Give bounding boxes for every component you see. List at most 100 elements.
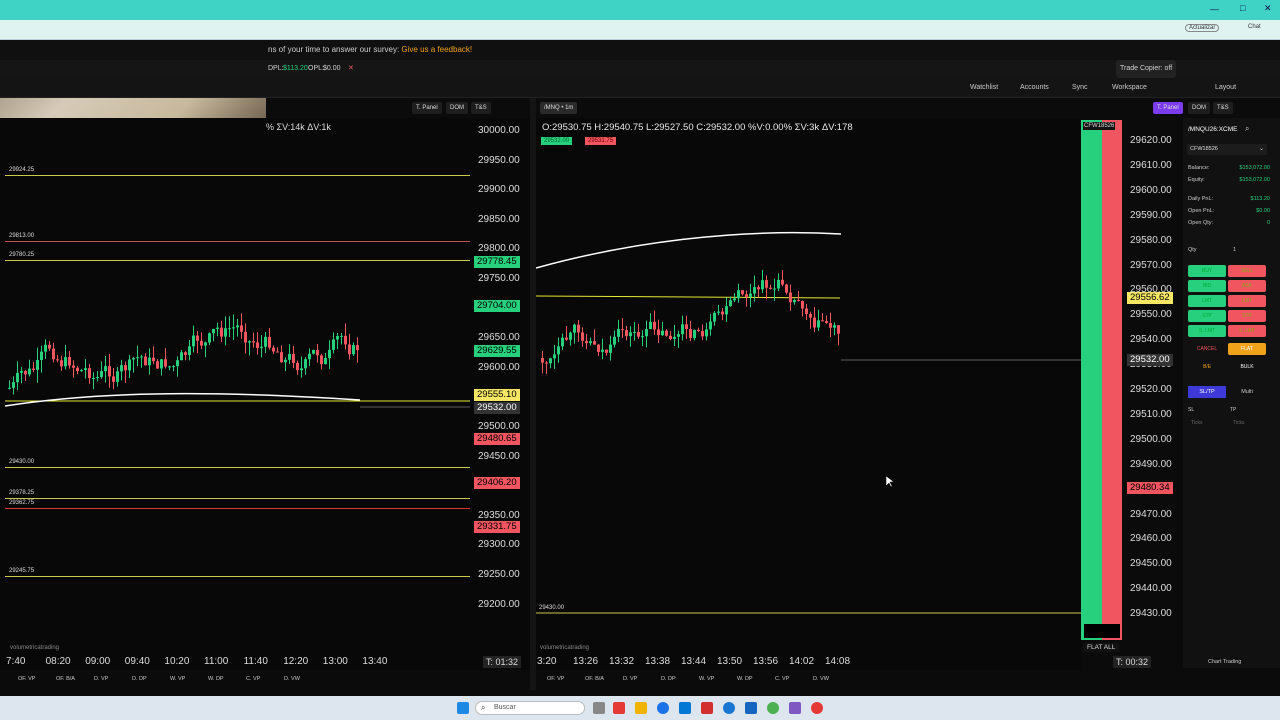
maximize-icon[interactable]: □ — [1240, 3, 1245, 13]
indicator-tab[interactable]: W. VP — [699, 676, 714, 686]
order-button-stp[interactable]: STP — [1228, 310, 1266, 322]
minimize-icon[interactable]: — — [1210, 4, 1219, 14]
help-icon[interactable] — [723, 702, 735, 714]
layout-button[interactable]: Layout — [1215, 78, 1236, 98]
order-button-cancel[interactable]: CANCEL — [1188, 343, 1226, 355]
candle-body — [729, 300, 732, 307]
dom-bid-column[interactable] — [1081, 120, 1102, 640]
edge-icon[interactable] — [657, 702, 669, 714]
tp-ticks-select[interactable]: Ticks — [1233, 420, 1244, 426]
account-stat-label: Daily PnL: — [1188, 196, 1214, 202]
indicator-tab[interactable]: D. VP — [94, 676, 108, 686]
trading-panel: /MNQU26:XCME ⌕ CFW18526 ⌄ Balance: $153,0… — [1183, 118, 1280, 668]
right-candle-chart[interactable] — [536, 118, 1081, 658]
price-label: 29480.65 — [474, 433, 520, 445]
indicator-tab[interactable]: D. VW — [813, 676, 829, 686]
chart-trading-toggle[interactable]: Chart Trading — [1208, 659, 1241, 665]
candle-body — [697, 329, 700, 331]
order-button-lmt[interactable]: LMT — [1188, 295, 1226, 307]
indicator-tab[interactable]: D. DP — [661, 676, 676, 686]
indicator-tab[interactable]: OF. VP — [547, 676, 564, 686]
store-icon[interactable] — [679, 702, 691, 714]
panel-symbol[interactable]: /MNQU26:XCME — [1188, 126, 1237, 133]
left-timer: T: 01:32 — [483, 656, 522, 668]
right-dom-tab[interactable]: DOM — [1188, 102, 1210, 114]
taskview-icon[interactable] — [593, 702, 605, 714]
left-tpanel-tab[interactable]: T. Panel — [412, 102, 442, 114]
right-ts-tab[interactable]: T&S — [1213, 102, 1233, 114]
folder-icon[interactable] — [635, 702, 647, 714]
workspace-button[interactable]: Workspace — [1112, 78, 1147, 98]
indicator-tab[interactable]: C. VP — [246, 676, 260, 686]
dom-ask-column[interactable] — [1102, 120, 1122, 640]
chrome-icon[interactable] — [767, 702, 779, 714]
indicator-tab[interactable]: W. VP — [170, 676, 185, 686]
close-icon[interactable]: ✕ — [1264, 3, 1272, 14]
candle-body — [116, 371, 119, 382]
left-dom-tab[interactable]: DOM — [446, 102, 468, 114]
candle-body — [661, 330, 664, 336]
price-tick: 29550.00 — [1130, 309, 1172, 321]
indicator-tab[interactable]: D. VW — [284, 676, 300, 686]
order-button-buy[interactable]: BUY — [1188, 265, 1226, 277]
multi-tab[interactable]: Multi — [1228, 386, 1266, 398]
right-symbol-tab[interactable]: /MNQ • 1m — [540, 102, 578, 114]
order-button-be[interactable]: B/E — [1188, 361, 1226, 373]
account-select[interactable]: CFW18526 ⌄ — [1187, 144, 1267, 155]
update-button[interactable]: Actualizar — [1185, 24, 1220, 32]
discord-icon[interactable] — [789, 702, 801, 714]
order-button-ask[interactable]: ASK — [1228, 280, 1266, 292]
candle-body — [609, 344, 612, 353]
indicator-tab[interactable]: C. VP — [775, 676, 789, 686]
chevron-down-icon: ⌄ — [1258, 146, 1264, 152]
candle-body — [308, 353, 311, 360]
search-icon[interactable]: ⌕ — [1245, 124, 1249, 134]
accounts-button[interactable]: Accounts — [1020, 78, 1049, 98]
sync-button[interactable]: Sync — [1072, 78, 1088, 98]
app-icon[interactable] — [613, 702, 625, 714]
indicator-tab[interactable]: W. DP — [737, 676, 753, 686]
order-button-bid[interactable]: BID — [1188, 280, 1226, 292]
account-stat-value: 0 — [1266, 220, 1270, 226]
candle-body — [669, 335, 672, 340]
price-tick: 29440.00 — [1130, 583, 1172, 595]
chat-button[interactable]: Chat — [1248, 24, 1261, 30]
right-tpanel-tab[interactable]: T. Panel — [1153, 102, 1183, 114]
windows-start-icon[interactable] — [457, 702, 469, 714]
left-ts-tab[interactable]: T&S — [471, 102, 491, 114]
left-candle-chart[interactable] — [0, 118, 530, 658]
order-button-flat[interactable]: FLAT — [1228, 343, 1266, 355]
taskbar-search[interactable]: ⌕ Buscar — [475, 701, 585, 715]
candle-body — [565, 337, 568, 340]
qty-input[interactable]: 1 — [1233, 247, 1236, 253]
watchlist-button[interactable]: Watchlist — [970, 78, 998, 98]
order-button-slmt[interactable]: S. LMT — [1188, 325, 1226, 337]
indicator-tab[interactable]: OF. B/A — [585, 676, 604, 686]
indicator-tab[interactable]: D. DP — [132, 676, 147, 686]
feedback-link[interactable]: Give us a feedback! — [401, 45, 472, 54]
app-icon[interactable] — [701, 702, 713, 714]
order-button-bulk[interactable]: BULK — [1228, 361, 1266, 373]
close-icon[interactable]: ✕ — [348, 60, 354, 78]
price-tick: 29650.00 — [478, 332, 520, 344]
order-button-sell[interactable]: SELL — [1228, 265, 1266, 277]
flat-all-button[interactable]: FLAT ALL — [1083, 643, 1120, 652]
sl-ticks-select[interactable]: Ticks — [1191, 420, 1202, 426]
level-label: 29245.75 — [9, 568, 35, 574]
sltp-tab[interactable]: SL/TP — [1188, 386, 1226, 398]
indicator-tab[interactable]: OF. VP — [18, 676, 35, 686]
order-button-slmt[interactable]: S. LMT — [1228, 325, 1266, 337]
app-icon[interactable] — [811, 702, 823, 714]
candle-body — [725, 306, 728, 315]
order-button-stp[interactable]: STP — [1188, 310, 1226, 322]
account-stat-value: $0.00 — [1256, 208, 1270, 214]
candle-body — [681, 324, 684, 335]
candle-body — [569, 332, 572, 340]
survey-banner: ns of your time to answer our survey: Gi… — [0, 40, 1280, 60]
trade-copier-status[interactable]: Trade Copier: off — [1116, 60, 1177, 78]
order-button-lmt[interactable]: LMT — [1228, 295, 1266, 307]
indicator-tab[interactable]: D. VP — [623, 676, 637, 686]
mail-icon[interactable] — [745, 702, 757, 714]
indicator-tab[interactable]: W. DP — [208, 676, 224, 686]
indicator-tab[interactable]: OF. B/A — [56, 676, 75, 686]
